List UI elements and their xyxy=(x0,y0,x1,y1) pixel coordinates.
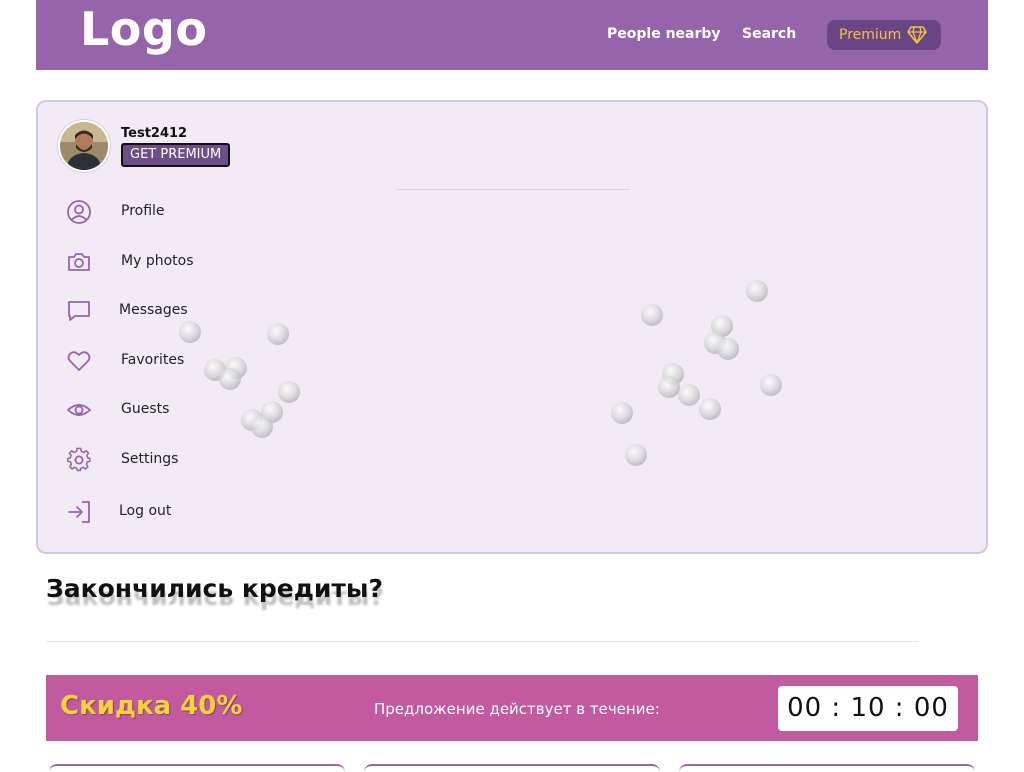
offer-card[interactable] xyxy=(49,764,345,772)
eye-icon xyxy=(67,404,91,416)
loading-dot xyxy=(760,374,782,396)
loading-dot xyxy=(699,398,721,420)
loading-dot xyxy=(658,376,680,398)
menu-item-profile[interactable]: Profile xyxy=(66,197,266,227)
loading-dot xyxy=(625,444,647,466)
top-header: Logo People nearby Search Premium xyxy=(36,0,988,70)
logout-icon xyxy=(68,501,90,523)
offer-card[interactable] xyxy=(364,764,660,772)
loading-dot xyxy=(267,323,289,345)
menu-label-messages: Messages xyxy=(119,302,188,318)
username: Test2412 xyxy=(121,126,188,141)
menu-label-guests: Guests xyxy=(121,401,170,417)
gear-icon xyxy=(67,447,91,472)
menu-label-settings: Settings xyxy=(121,451,179,467)
loading-dot xyxy=(746,280,768,302)
menu-item-log-out[interactable]: Log out xyxy=(66,497,266,527)
menu-item-messages[interactable]: Messages xyxy=(66,296,266,326)
discount-offer-bar: Скидка 40% Предложение действует в течен… xyxy=(46,675,978,741)
loading-dot xyxy=(219,368,241,390)
offer-text: Предложение действует в течение: xyxy=(374,700,660,718)
avatar[interactable] xyxy=(58,120,110,172)
loading-dot xyxy=(717,338,739,360)
credits-heading: Закончились кредиты? xyxy=(46,574,384,603)
menu-label-profile: Profile xyxy=(121,203,165,219)
countdown-timer: 00 : 10 : 00 xyxy=(778,686,958,731)
menu-item-settings[interactable]: Settings xyxy=(66,445,266,475)
camera-icon xyxy=(68,253,90,271)
loading-dot xyxy=(278,381,300,403)
divider xyxy=(396,189,630,190)
heart-icon xyxy=(67,351,91,371)
menu-item-guests[interactable]: Guests xyxy=(66,395,266,425)
menu-label-log-out: Log out xyxy=(119,503,172,519)
premium-button[interactable]: Premium xyxy=(827,20,941,50)
loading-dot xyxy=(611,402,633,424)
loading-dot xyxy=(678,384,700,406)
premium-label: Premium xyxy=(839,27,902,43)
message-icon xyxy=(68,301,90,321)
user-circle-icon xyxy=(67,200,91,224)
profile-menu-panel: Test2412 GET PREMIUM Profile My photos M… xyxy=(36,100,988,554)
nav-people-nearby[interactable]: People nearby xyxy=(607,26,721,42)
menu-label-favorites: Favorites xyxy=(121,352,185,368)
divider xyxy=(46,641,918,642)
offer-card[interactable] xyxy=(679,764,975,772)
loading-dot xyxy=(251,416,273,438)
menu-item-my-photos[interactable]: My photos xyxy=(66,247,266,277)
loading-dot xyxy=(179,321,201,343)
logo[interactable]: Logo xyxy=(80,0,207,60)
nav-search[interactable]: Search xyxy=(742,26,796,42)
loading-dot xyxy=(641,304,663,326)
menu-label-my-photos: My photos xyxy=(121,253,194,269)
discount-label: Скидка 40% xyxy=(60,691,243,721)
diamond-icon xyxy=(907,26,927,44)
get-premium-button[interactable]: GET PREMIUM xyxy=(121,143,231,167)
avatar-image xyxy=(60,122,108,170)
